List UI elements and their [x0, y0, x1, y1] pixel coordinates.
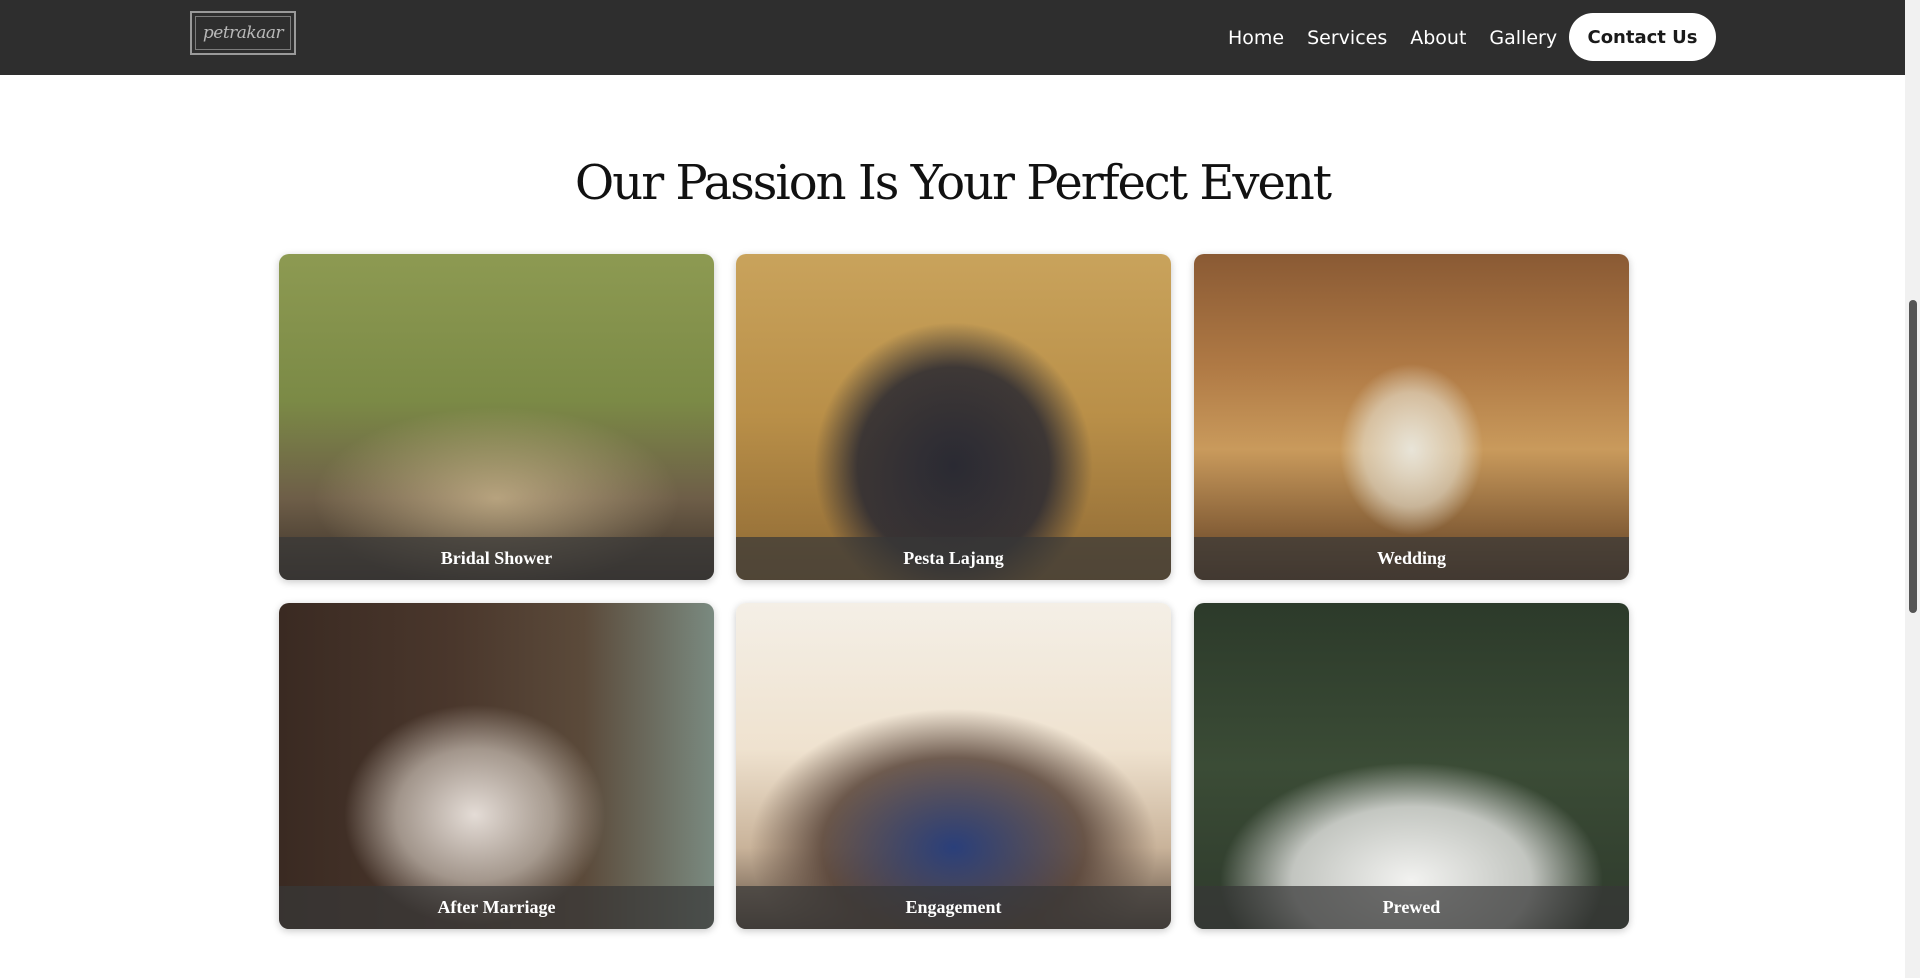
event-card-bridal-shower[interactable]: Bridal Shower [279, 254, 714, 580]
navbar: petrakaar Home Services About Gallery Co… [0, 0, 1905, 75]
event-card-after-marriage[interactable]: After Marriage [279, 603, 714, 929]
section-heading: Our Passion Is Your Perfect Event [574, 155, 1332, 211]
event-card-engagement[interactable]: Engagement [736, 603, 1171, 929]
nav-link-services[interactable]: Services [1307, 27, 1387, 49]
card-caption: After Marriage [279, 886, 714, 929]
event-card-wedding[interactable]: Wedding [1194, 254, 1629, 580]
card-caption: Prewed [1194, 886, 1629, 929]
wedding-photo [1194, 254, 1629, 580]
card-caption: Pesta Lajang [736, 537, 1171, 580]
card-caption: Wedding [1194, 537, 1629, 580]
nav-link-about[interactable]: About [1410, 27, 1466, 49]
logo-text: petrakaar [202, 23, 284, 43]
pesta-lajang-photo [736, 254, 1171, 580]
prewed-photo [1194, 603, 1629, 929]
logo[interactable]: petrakaar [190, 11, 296, 55]
nav-link-gallery[interactable]: Gallery [1489, 27, 1557, 49]
after-marriage-photo [279, 603, 714, 929]
nav-link-home[interactable]: Home [1228, 27, 1284, 49]
card-caption: Bridal Shower [279, 537, 714, 580]
card-caption: Engagement [736, 886, 1171, 929]
bridal-shower-photo [279, 254, 714, 580]
scrollbar-thumb[interactable] [1909, 300, 1917, 613]
engagement-photo [736, 603, 1171, 929]
nav-menu: Home Services About Gallery [1228, 0, 1580, 75]
contact-us-button[interactable]: Contact Us [1569, 13, 1716, 61]
event-card-prewed[interactable]: Prewed [1194, 603, 1629, 929]
event-card-pesta-lajang[interactable]: Pesta Lajang [736, 254, 1171, 580]
